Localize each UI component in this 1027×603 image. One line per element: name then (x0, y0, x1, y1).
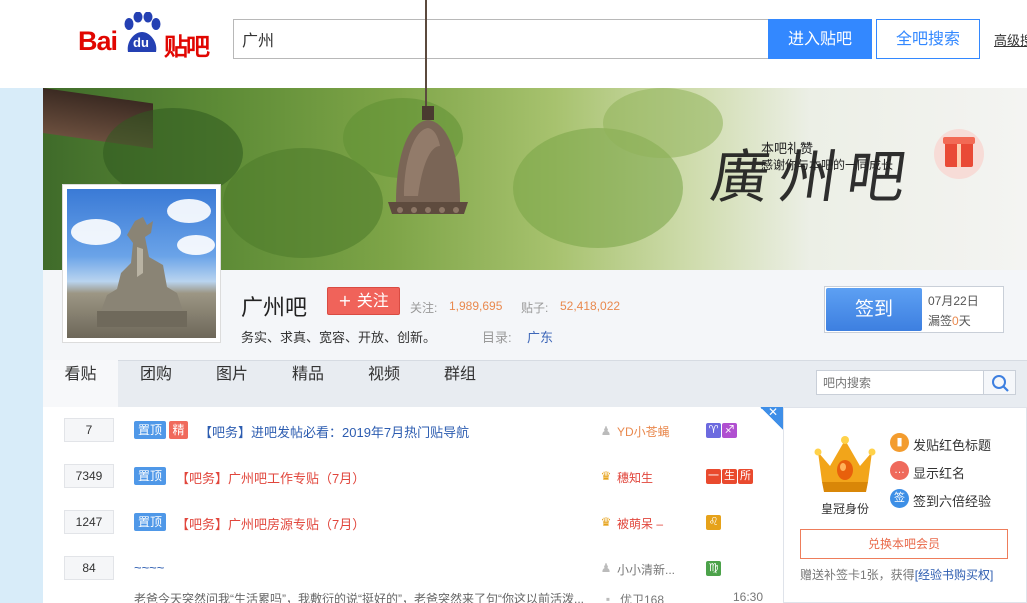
leo-icon: ♌ (706, 515, 721, 530)
thread-title[interactable]: 【吧务】广州吧工作专贴（7月） (176, 468, 365, 487)
forum-search-input[interactable] (817, 371, 983, 394)
baidu-tieba-logo[interactable]: Bai du 贴吧 (78, 12, 218, 61)
logo-du-text: du (133, 35, 149, 50)
gift-subtitle: 感谢你与本吧的一同成长 (761, 158, 894, 172)
last-reply-author[interactable]: 优卫168 (620, 591, 664, 603)
thread-excerpt: 老爸今天突然问我“生活累吗”，我敷衍的说“挺好的”，老爸突然来了句“你这以前活泼… (134, 592, 584, 603)
forum-search-box (816, 370, 984, 395)
perk-red-name: 显示红名 (913, 466, 966, 481)
bell-image (388, 106, 468, 214)
crown-identity-label: 皇冠身份 (821, 502, 870, 516)
thread-title[interactable]: 【吧务】进吧发帖必看：2019年7月热门贴导航 (199, 422, 469, 441)
tab-groups[interactable]: 群组 (422, 360, 498, 407)
sagittarius-icon: ♐ (722, 423, 737, 438)
advanced-search-link[interactable]: 高级搜 (994, 30, 1027, 49)
featured-badge: 精 (169, 421, 188, 439)
sign-icon: 签 (890, 489, 909, 508)
user-icon: ♟ (600, 424, 612, 438)
badge-yi: 一 (706, 469, 721, 484)
gift-icon (943, 137, 975, 167)
thread-author[interactable]: YD小苍蝇 (617, 423, 670, 440)
reply-count: 1247 (64, 510, 114, 534)
post-count: 52,418,022 (560, 299, 621, 313)
user-icon: ▪ (605, 592, 611, 603)
crown-icon (814, 436, 876, 492)
sign-in-button[interactable]: 签到 (826, 288, 922, 331)
missed-days: 0 (952, 314, 959, 328)
exp-book-link[interactable]: [经验书购买权] (915, 568, 994, 582)
post-count-label: 贴子: (521, 301, 549, 315)
badge-sheng: 生 (722, 469, 737, 484)
vip-footer: 赠送补签卡1张，获得[经验书购买权] (800, 566, 993, 583)
search-all-button[interactable]: 全吧搜索 (876, 19, 980, 59)
reply-count: 84 (64, 556, 114, 580)
bookmark-icon: ▮ (890, 433, 909, 452)
statue-silhouette (97, 217, 187, 327)
forum-slogan: 务实、求真、宽容、开放、创新。 (241, 330, 437, 345)
perk-red-title: 发贴红色标题 (913, 438, 992, 453)
missed-sign-in: 漏签0天 (928, 312, 971, 329)
foliage (603, 88, 723, 158)
pinned-badge: 置顶 (134, 513, 166, 531)
reply-count: 7349 (64, 464, 114, 488)
user-icon: ♟ (600, 561, 612, 575)
missed-suffix: 天 (958, 314, 971, 328)
tab-featured[interactable]: 精品 (270, 360, 346, 407)
search-input[interactable] (234, 20, 769, 58)
tab-videos[interactable]: 视频 (346, 360, 422, 407)
search-icon (992, 375, 1009, 392)
directory-link[interactable]: 广东 (527, 327, 553, 346)
thread-author[interactable]: 穗知生 (617, 469, 653, 486)
directory-label: 目录: (482, 330, 512, 345)
pinned-badge: 置顶 (134, 421, 166, 439)
perk-sign-exp: 签到六倍经验 (913, 494, 992, 509)
thread-author[interactable]: 小小清新... (617, 561, 675, 578)
sign-in-date: 07月22日 (928, 294, 979, 308)
bell-rope (425, 0, 427, 112)
follow-button[interactable]: + 关注 (327, 287, 400, 315)
five-goats-statue-image (67, 189, 216, 338)
enter-forum-button[interactable]: 进入贴吧 (768, 19, 872, 59)
badge-suo: 所 (738, 469, 753, 484)
reply-count: 7 (64, 418, 114, 442)
tab-group-buy[interactable]: 团购 (118, 360, 194, 407)
forum-avatar[interactable] (62, 184, 221, 343)
chat-icon: … (890, 461, 909, 480)
gift-label: 本吧礼赞 (761, 141, 814, 156)
aries-icon: ♈ (706, 423, 721, 438)
forum-search-button[interactable] (984, 370, 1016, 395)
vip-footer-text: 赠送补签卡1张，获得 (800, 568, 915, 582)
missed-prefix: 漏签 (928, 314, 953, 328)
virgo-icon: ♍ (706, 561, 721, 576)
thread-title[interactable]: 【吧务】广州吧房源专贴（7月） (176, 514, 365, 533)
follow-count: 1,989,695 (449, 299, 503, 313)
search-box (233, 19, 769, 59)
forum-name: 广州吧 (241, 296, 308, 321)
close-icon[interactable]: ✕ (768, 405, 778, 419)
thread-title[interactable]: ~~~~ (134, 560, 164, 575)
tab-view-posts[interactable]: 看贴 (43, 360, 118, 407)
exchange-membership-button[interactable]: 兑换本吧会员 (800, 529, 1008, 559)
crown-icon: ♛ (600, 469, 612, 483)
logo-bai-text: Bai (78, 26, 118, 56)
header: Bai du 贴吧 进入贴吧 全吧搜索 高级搜 (0, 0, 1027, 88)
crown-icon: ♛ (600, 515, 612, 529)
follow-count-label: 关注: (410, 301, 438, 315)
logo-tieba-text: 贴吧 (164, 33, 210, 61)
pinned-badge: 置顶 (134, 467, 166, 485)
last-reply-time: 16:30 (733, 590, 764, 603)
tab-images[interactable]: 图片 (194, 360, 270, 407)
thread-author[interactable]: 被萌呆 – (617, 515, 663, 532)
